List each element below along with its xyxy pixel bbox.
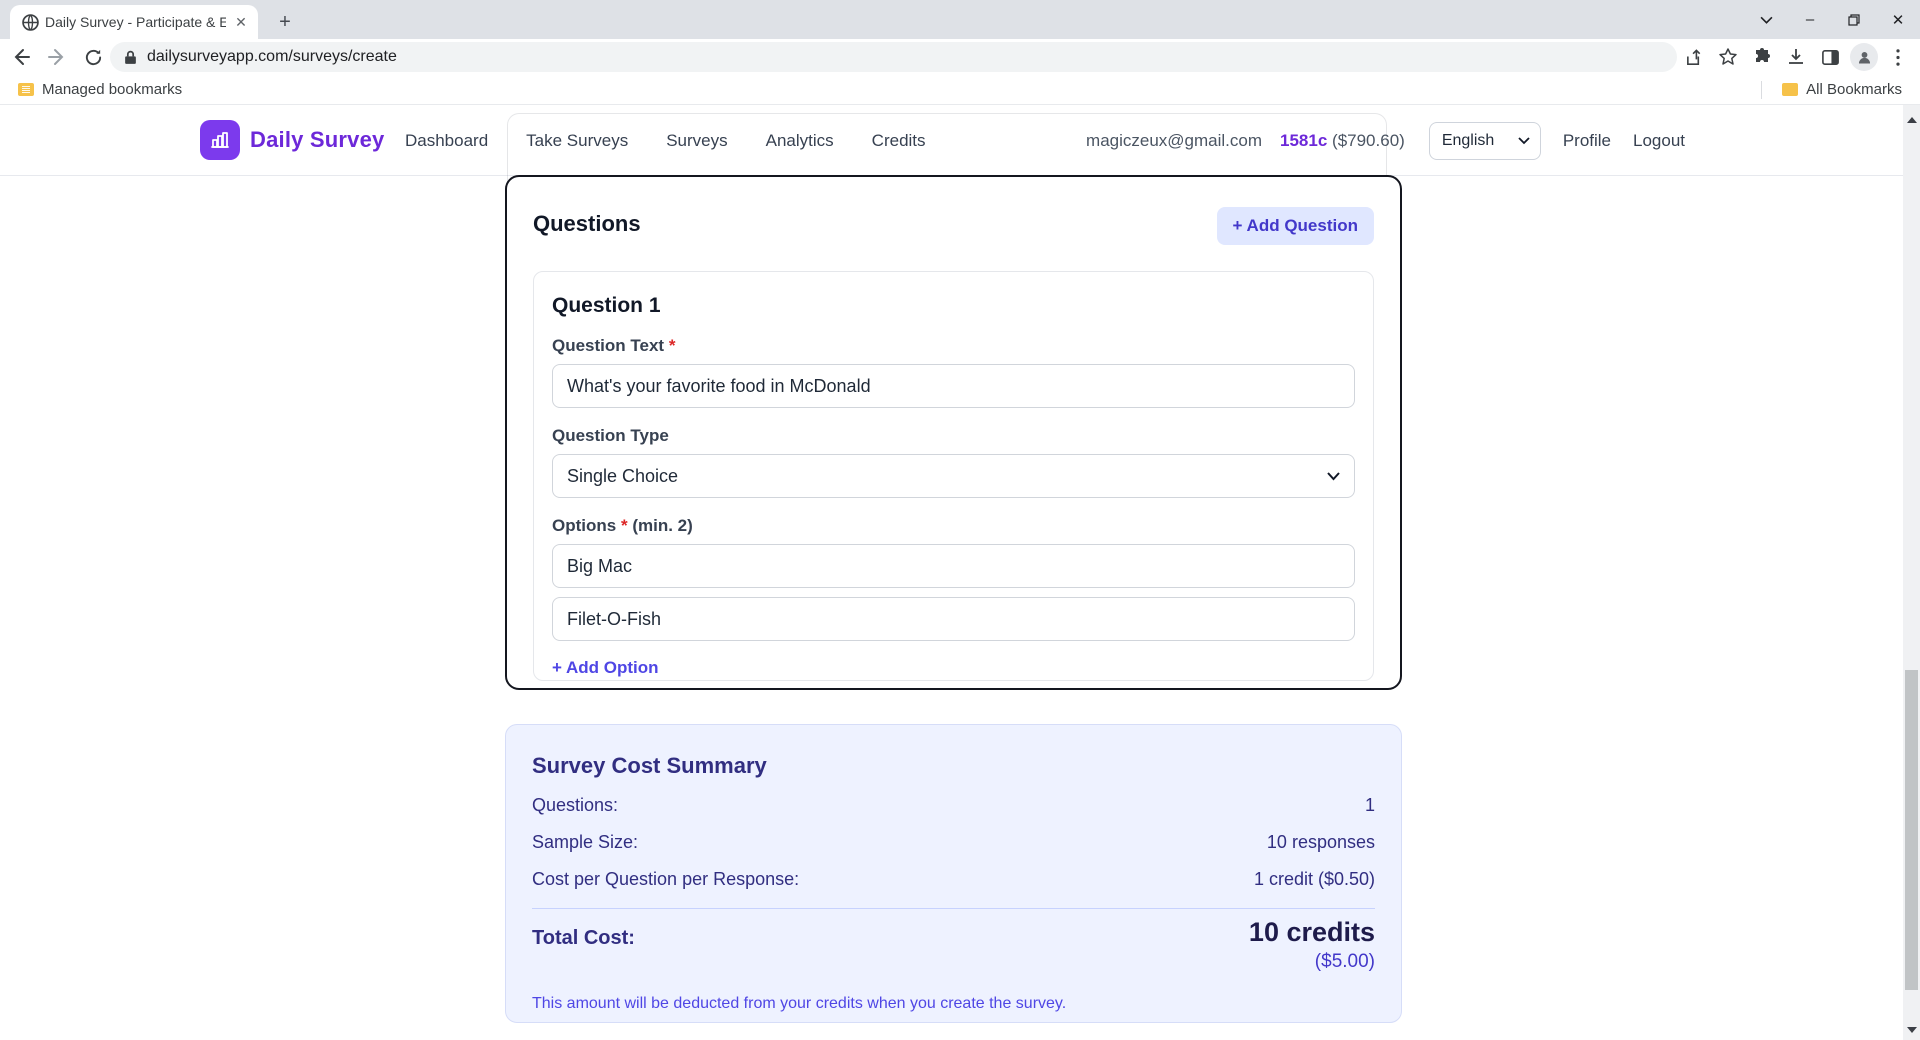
all-bookmarks-folder-icon bbox=[1782, 83, 1798, 96]
window-controls: – ✕ bbox=[1744, 0, 1920, 39]
share-icon[interactable] bbox=[1680, 43, 1708, 71]
new-tab-button[interactable]: + bbox=[272, 9, 298, 35]
credit-amount: 1581c bbox=[1280, 131, 1327, 150]
brand-name: Daily Survey bbox=[250, 127, 384, 153]
question-text-input[interactable] bbox=[552, 364, 1355, 408]
chevron-down-icon bbox=[1327, 472, 1340, 481]
all-bookmarks[interactable]: All Bookmarks bbox=[1761, 81, 1910, 99]
browser-tab[interactable]: Daily Survey - Participate & Earn ✕ bbox=[10, 5, 258, 39]
profile-avatar-icon[interactable] bbox=[1850, 43, 1878, 71]
bookmarks-divider bbox=[1761, 81, 1762, 99]
header-account-area: magiczeux@gmail.com 1581c ($790.60) Engl… bbox=[1086, 105, 1685, 176]
all-bookmarks-label: All Bookmarks bbox=[1806, 81, 1902, 98]
nav-analytics[interactable]: Analytics bbox=[766, 131, 834, 151]
option-1-input[interactable] bbox=[552, 544, 1355, 588]
nav-take-surveys[interactable]: Take Surveys bbox=[526, 131, 628, 151]
tab-close-icon[interactable]: ✕ bbox=[232, 13, 250, 31]
row-value: 1 bbox=[1365, 795, 1375, 816]
brand[interactable]: Daily Survey bbox=[200, 120, 384, 160]
add-option-link[interactable]: + Add Option bbox=[552, 658, 659, 678]
back-button[interactable] bbox=[6, 42, 36, 72]
side-panel-icon[interactable] bbox=[1816, 43, 1844, 71]
language-selected: English bbox=[1442, 132, 1494, 150]
row-value: 10 responses bbox=[1267, 832, 1375, 853]
options-min-hint: (min. 2) bbox=[632, 516, 692, 535]
language-select[interactable]: English bbox=[1429, 122, 1541, 160]
row-label: Cost per Question per Response: bbox=[532, 869, 799, 890]
downloads-icon[interactable] bbox=[1782, 43, 1810, 71]
padlock-icon[interactable] bbox=[124, 50, 137, 65]
summary-divider bbox=[532, 908, 1375, 909]
browser-toolbar: dailysurveyapp.com/surveys/create bbox=[0, 39, 1920, 75]
scrollbar-down-arrow[interactable] bbox=[1903, 1021, 1920, 1038]
page-content: Daily Survey Dashboard Take Surveys Surv… bbox=[0, 105, 1903, 1040]
total-cost-credits: 10 credits bbox=[1249, 917, 1375, 948]
credit-balance: 1581c ($790.60) bbox=[1280, 131, 1405, 151]
nav-credits[interactable]: Credits bbox=[872, 131, 926, 151]
row-value: 1 credit ($0.50) bbox=[1254, 869, 1375, 890]
bookmarks-bar: Managed bookmarks All Bookmarks bbox=[0, 75, 1920, 105]
question-text-label: Question Text * bbox=[552, 336, 1355, 356]
row-label: Sample Size: bbox=[532, 832, 638, 853]
forward-button[interactable] bbox=[42, 42, 72, 72]
question-type-select[interactable]: Single Choice bbox=[552, 454, 1355, 498]
questions-title: Questions bbox=[533, 207, 641, 237]
question-1-box: Question 1 Question Text * Question Type… bbox=[533, 271, 1374, 681]
total-cost-label: Total Cost: bbox=[532, 917, 635, 973]
globe-favicon-icon bbox=[22, 14, 39, 31]
nav-dashboard[interactable]: Dashboard bbox=[405, 131, 488, 151]
tab-title: Daily Survey - Participate & Earn bbox=[45, 14, 226, 30]
tab-search-chevron-icon[interactable] bbox=[1744, 0, 1788, 39]
option-2-input[interactable] bbox=[552, 597, 1355, 641]
browser-titlebar: Daily Survey - Participate & Earn ✕ + – … bbox=[0, 0, 1920, 39]
app-header: Daily Survey Dashboard Take Surveys Surv… bbox=[0, 105, 1903, 176]
bookmark-star-icon[interactable] bbox=[1714, 43, 1742, 71]
required-asterisk: * bbox=[669, 336, 676, 355]
managed-bookmarks-folder-icon bbox=[18, 83, 34, 96]
url-bar[interactable]: dailysurveyapp.com/surveys/create bbox=[110, 42, 1677, 72]
summary-row-questions: Questions: 1 bbox=[532, 795, 1375, 816]
menu-kebab-icon[interactable] bbox=[1884, 43, 1912, 71]
total-cost-usd: ($5.00) bbox=[1249, 951, 1375, 973]
deduction-note: This amount will be deducted from your c… bbox=[532, 995, 1375, 1013]
url-text[interactable]: dailysurveyapp.com/surveys/create bbox=[147, 48, 397, 66]
reload-button[interactable] bbox=[78, 42, 108, 72]
summary-row-sample-size: Sample Size: 10 responses bbox=[532, 832, 1375, 853]
required-asterisk: * bbox=[621, 516, 628, 535]
options-label: Options * (min. 2) bbox=[552, 516, 1355, 536]
managed-bookmarks-label: Managed bookmarks bbox=[42, 81, 182, 98]
user-email: magiczeux@gmail.com bbox=[1086, 131, 1262, 151]
scrollbar-thumb[interactable] bbox=[1905, 670, 1918, 990]
question-1-title: Question 1 bbox=[552, 294, 1355, 318]
questions-card: Questions + Add Question Question 1 Ques… bbox=[505, 175, 1402, 690]
summary-row-cost-per: Cost per Question per Response: 1 credit… bbox=[532, 869, 1375, 890]
page-scrollbar[interactable] bbox=[1903, 105, 1920, 1040]
restore-button[interactable] bbox=[1832, 0, 1876, 39]
bar-chart-logo-icon bbox=[200, 120, 240, 160]
cost-summary-title: Survey Cost Summary bbox=[532, 753, 1375, 779]
logout-link[interactable]: Logout bbox=[1633, 131, 1685, 151]
cost-summary-card: Survey Cost Summary Questions: 1 Sample … bbox=[505, 724, 1402, 1023]
add-question-button[interactable]: + Add Question bbox=[1217, 207, 1374, 245]
question-type-label: Question Type bbox=[552, 426, 1355, 446]
chevron-down-icon bbox=[1518, 137, 1530, 145]
summary-total-row: Total Cost: 10 credits ($5.00) bbox=[532, 917, 1375, 973]
browser-window: Daily Survey - Participate & Earn ✕ + – … bbox=[0, 0, 1920, 1040]
credit-usd: ($790.60) bbox=[1332, 131, 1405, 150]
toolbar-actions bbox=[1680, 39, 1912, 75]
close-window-button[interactable]: ✕ bbox=[1876, 0, 1920, 39]
minimize-button[interactable]: – bbox=[1788, 0, 1832, 39]
managed-bookmarks[interactable]: Managed bookmarks bbox=[10, 81, 190, 98]
scrollbar-up-arrow[interactable] bbox=[1903, 111, 1920, 128]
extensions-icon[interactable] bbox=[1748, 43, 1776, 71]
row-label: Questions: bbox=[532, 795, 618, 816]
nav-surveys[interactable]: Surveys bbox=[666, 131, 727, 151]
question-type-value: Single Choice bbox=[567, 466, 678, 487]
profile-link[interactable]: Profile bbox=[1563, 131, 1611, 151]
main-nav: Dashboard Take Surveys Surveys Analytics… bbox=[405, 105, 926, 176]
